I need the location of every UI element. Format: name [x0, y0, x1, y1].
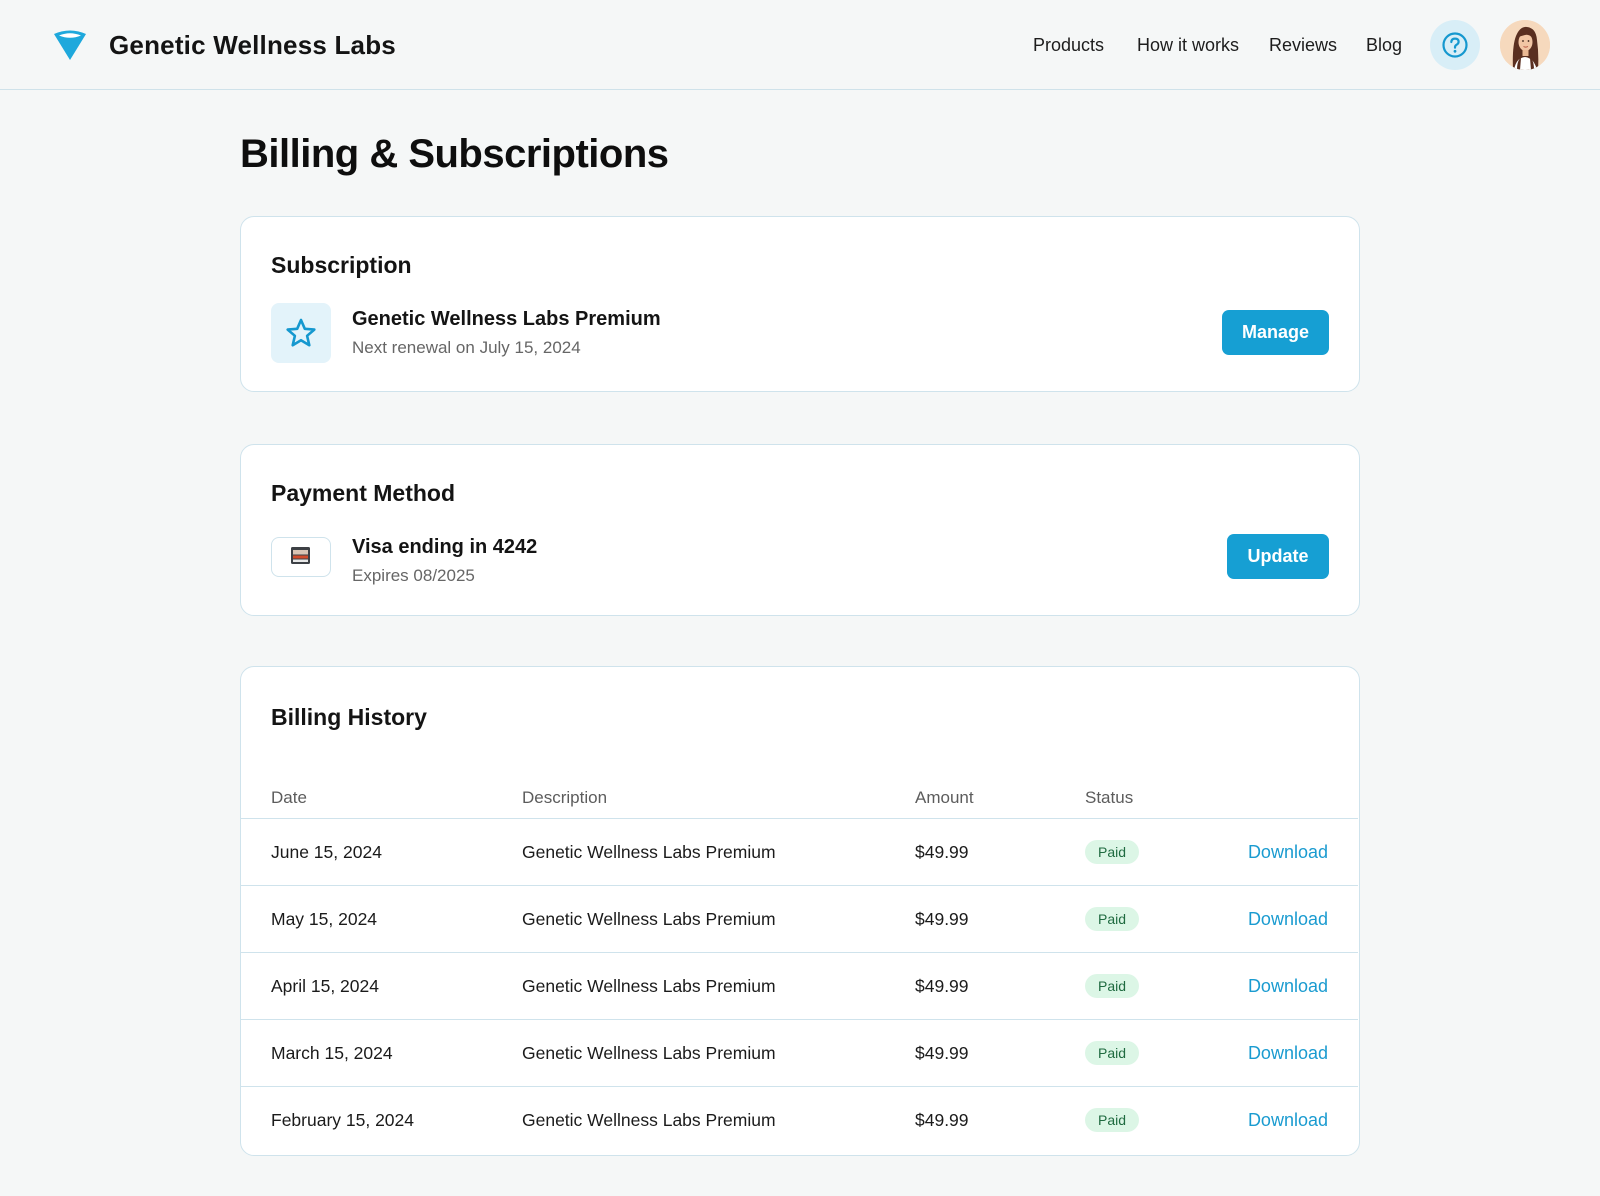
question-circle-icon — [1442, 32, 1468, 58]
card-expiry: Expires 08/2025 — [352, 566, 475, 585]
billing-history-card: Billing History Date Description Amount … — [240, 666, 1360, 1156]
nav-link-reviews[interactable]: Reviews — [1269, 34, 1337, 56]
payment-heading: Payment Method — [271, 480, 456, 506]
update-payment-button[interactable]: Update — [1227, 534, 1329, 579]
column-header-description[interactable]: Description — [522, 787, 607, 809]
card-icon-box — [271, 537, 331, 577]
plan-icon-box — [271, 303, 331, 363]
brand-name[interactable]: Genetic Wellness Labs — [109, 28, 396, 62]
card-label: Visa ending in 4242 — [352, 536, 538, 558]
page-title: Billing & Subscriptions — [240, 132, 669, 176]
table-row: April 15, 2024 Genetic Wellness Labs Pre… — [241, 952, 1358, 1019]
row-description: Genetic Wellness Labs Premium — [522, 909, 776, 929]
column-header-date[interactable]: Date — [271, 787, 307, 809]
help-button[interactable] — [1430, 20, 1480, 70]
row-description: Genetic Wellness Labs Premium — [522, 976, 776, 996]
payment-method-card: Payment Method Visa ending in 4242 Expir… — [240, 444, 1360, 616]
row-amount: $49.99 — [915, 842, 969, 862]
credit-card-icon — [291, 547, 310, 564]
brand-logo-icon[interactable] — [52, 26, 88, 64]
column-header-amount[interactable]: Amount — [915, 787, 974, 809]
plan-name: Genetic Wellness Labs Premium — [352, 308, 661, 330]
nav-link-products[interactable]: Products — [1033, 34, 1104, 56]
row-amount: $49.99 — [915, 1043, 969, 1063]
download-invoice-link[interactable]: Download — [1248, 1042, 1328, 1064]
manage-button[interactable]: Manage — [1222, 310, 1329, 355]
status-badge: Paid — [1085, 1108, 1140, 1132]
download-invoice-link[interactable]: Download — [1248, 908, 1328, 930]
avatar-portrait-icon — [1500, 20, 1550, 70]
table-row: June 15, 2024 Genetic Wellness Labs Prem… — [241, 818, 1358, 885]
row-description: Genetic Wellness Labs Premium — [522, 842, 776, 862]
status-badge: Paid — [1085, 840, 1140, 864]
row-date: May 15, 2024 — [271, 909, 378, 929]
user-avatar[interactable] — [1500, 20, 1550, 70]
billing-history-heading: Billing History — [271, 704, 427, 730]
row-amount: $49.99 — [915, 976, 969, 996]
row-amount: $49.99 — [915, 909, 969, 929]
nav-link-blog[interactable]: Blog — [1366, 34, 1402, 56]
row-description: Genetic Wellness Labs Premium — [522, 1043, 776, 1063]
row-description: Genetic Wellness Labs Premium — [522, 1110, 776, 1130]
star-icon — [286, 318, 316, 347]
column-header-status[interactable]: Status — [1085, 787, 1133, 809]
row-date: February 15, 2024 — [271, 1110, 415, 1130]
table-row: March 15, 2024 Genetic Wellness Labs Pre… — [241, 1019, 1358, 1086]
row-date: March 15, 2024 — [271, 1043, 393, 1063]
row-date: April 15, 2024 — [271, 976, 379, 996]
renewal-date: Next renewal on July 15, 2024 — [352, 338, 581, 357]
row-date: June 15, 2024 — [271, 842, 382, 862]
subscription-card: Subscription Genetic Wellness Labs Premi… — [240, 216, 1360, 392]
subscription-heading: Subscription — [271, 252, 412, 278]
download-invoice-link[interactable]: Download — [1248, 841, 1328, 863]
status-badge: Paid — [1085, 1041, 1140, 1065]
table-row: May 15, 2024 Genetic Wellness Labs Premi… — [241, 885, 1358, 952]
table-row: February 15, 2024 Genetic Wellness Labs … — [241, 1086, 1358, 1153]
status-badge: Paid — [1085, 974, 1140, 998]
status-badge: Paid — [1085, 907, 1140, 931]
row-amount: $49.99 — [915, 1110, 969, 1130]
download-invoice-link[interactable]: Download — [1248, 975, 1328, 997]
top-header: Genetic Wellness Labs Products How it wo… — [0, 0, 1600, 90]
download-invoice-link[interactable]: Download — [1248, 1109, 1328, 1131]
nav-link-how-it-works[interactable]: How it works — [1137, 34, 1239, 56]
